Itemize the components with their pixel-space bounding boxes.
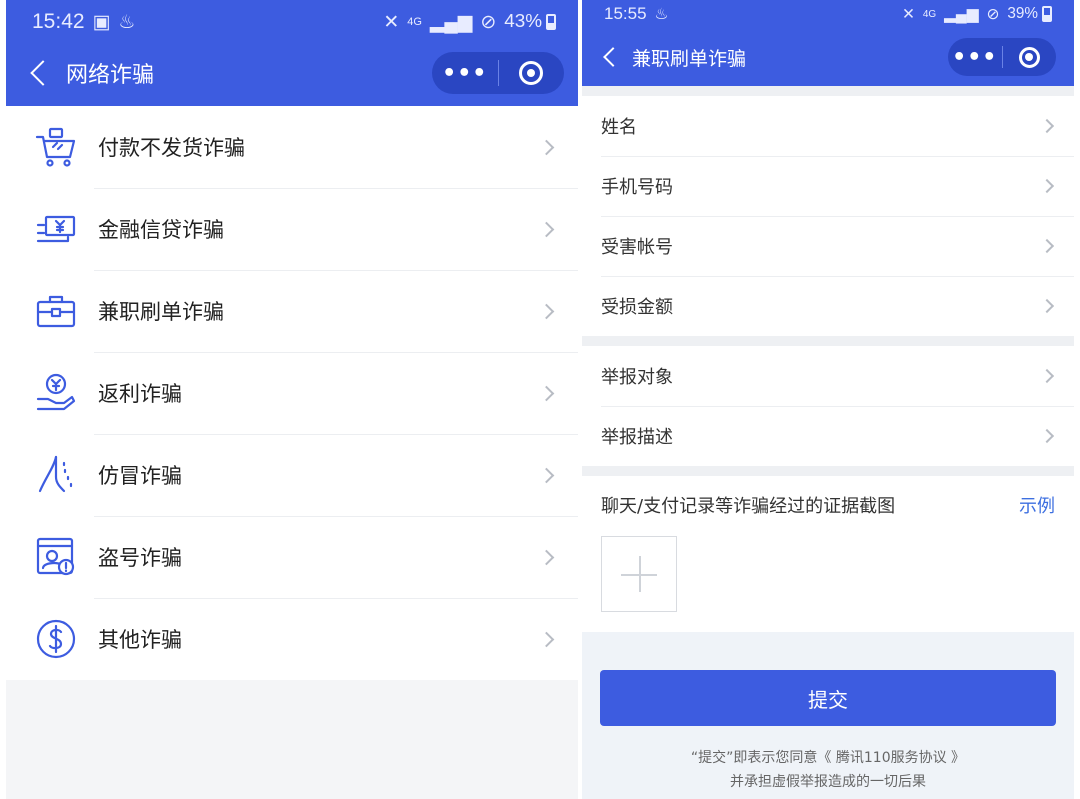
field-loss-amount[interactable]: 受损金额 xyxy=(582,276,1074,336)
chevron-right-icon xyxy=(1039,298,1055,314)
signal-bars-icon: ▂▄▆ xyxy=(429,11,473,33)
account-warning-icon xyxy=(26,535,86,579)
mini-program-capsule: ••• xyxy=(432,52,564,94)
dnd-icon: ⊘ xyxy=(986,5,1000,23)
category-item-rebate[interactable]: 返利诈骗 xyxy=(6,352,578,434)
upload-label: 聊天/支付记录等诈骗经过的证据截图 xyxy=(601,496,896,517)
battery-text: 43% xyxy=(504,11,542,32)
mute-icon: ✕ xyxy=(902,5,915,23)
status-bar: 15:42 ▣ ♨ ✕ 4G ▂▄▆ ⊘ 43% xyxy=(6,8,578,36)
upload-header: 聊天/支付记录等诈骗经过的证据截图 示例 xyxy=(601,492,1055,518)
chevron-right-icon xyxy=(538,385,555,401)
chevron-right-icon xyxy=(1039,428,1055,444)
category-label: 付款不发货诈骗 xyxy=(98,136,245,160)
fraud-category-list: 付款不发货诈骗 金融信贷诈骗 兼职刷单诈骗 返利诈骗 仿冒诈骗 盗号诈骗 其他诈… xyxy=(6,106,578,680)
field-label: 举报描述 xyxy=(601,427,673,448)
victim-info-section: 姓名 手机号码 受害帐号 受损金额 xyxy=(582,96,1074,336)
page-title: 网络诈骗 xyxy=(66,63,155,88)
back-arrow-icon[interactable] xyxy=(603,47,623,67)
notification-icon: ♨ xyxy=(118,11,136,33)
mute-icon: ✕ xyxy=(383,11,400,33)
add-image-button[interactable] xyxy=(601,536,677,612)
header-bar: 15:55 ♨ ✕ 4G ▂▄▆ ⊘ 39% 兼职刷单诈骗 ••• xyxy=(582,0,1074,86)
yuan-card-icon xyxy=(26,207,86,251)
chevron-right-icon xyxy=(538,467,555,483)
field-label: 姓名 xyxy=(601,117,637,138)
field-label: 举报对象 xyxy=(601,367,673,388)
category-label: 仿冒诈骗 xyxy=(98,464,182,488)
status-bar: 15:55 ♨ ✕ 4G ▂▄▆ ⊘ 39% xyxy=(582,2,1074,26)
shopping-cart-icon xyxy=(26,125,86,169)
chevron-right-icon xyxy=(538,139,555,155)
signal-icon: 4G xyxy=(407,16,422,28)
briefcase-icon xyxy=(26,289,86,333)
agreement-notice: “提交”即表示您同意《 腾讯110服务协议 》 并承担虚假举报造成的一切后果 xyxy=(600,746,1056,794)
category-label: 返利诈骗 xyxy=(98,382,182,406)
forked-road-icon xyxy=(26,453,86,497)
category-item-impersonation[interactable]: 仿冒诈骗 xyxy=(6,434,578,516)
chevron-right-icon xyxy=(538,549,555,565)
chevron-right-icon xyxy=(1039,178,1055,194)
yuan-hand-icon xyxy=(26,371,86,415)
field-label: 手机号码 xyxy=(601,177,673,198)
category-item-part-time-brushing[interactable]: 兼职刷单诈骗 xyxy=(6,270,578,352)
category-item-payment-no-delivery[interactable]: 付款不发货诈骗 xyxy=(6,106,578,188)
target-icon xyxy=(519,61,544,85)
notification-icon: ♨ xyxy=(654,5,669,23)
battery-text: 39% xyxy=(1007,5,1038,22)
status-time: 15:42 xyxy=(32,10,85,33)
chevron-right-icon xyxy=(538,221,555,237)
report-target-section: 举报对象 举报描述 xyxy=(582,346,1074,466)
category-label: 金融信贷诈骗 xyxy=(98,218,224,242)
mini-program-capsule: ••• xyxy=(948,38,1056,76)
field-name[interactable]: 姓名 xyxy=(582,96,1074,156)
signal-icon: 4G xyxy=(922,8,937,20)
section-gap xyxy=(582,86,1074,96)
field-label: 受损金额 xyxy=(601,297,673,318)
close-mini-program-button[interactable] xyxy=(499,61,565,85)
field-report-target[interactable]: 举报对象 xyxy=(582,346,1074,406)
report-form-screen: 15:55 ♨ ✕ 4G ▂▄▆ ⊘ 39% 兼职刷单诈骗 ••• 姓名 手机号… xyxy=(582,0,1074,799)
category-label: 兼职刷单诈骗 xyxy=(98,300,224,324)
section-gap xyxy=(582,336,1074,346)
submit-area: 提交 “提交”即表示您同意《 腾讯110服务协议 》 并承担虚假举报造成的一切后… xyxy=(582,632,1074,794)
field-phone-number[interactable]: 手机号码 xyxy=(582,156,1074,216)
category-label: 盗号诈骗 xyxy=(98,546,182,570)
fraud-category-screen: 15:42 ▣ ♨ ✕ 4G ▂▄▆ ⊘ 43% 网络诈骗 ••• 付款不发货诈… xyxy=(6,0,578,799)
submit-button[interactable]: 提交 xyxy=(600,670,1056,726)
image-icon: ▣ xyxy=(92,11,111,33)
header-bar: 15:42 ▣ ♨ ✕ 4G ▂▄▆ ⊘ 43% 网络诈骗 ••• xyxy=(6,0,578,106)
more-options-icon[interactable]: ••• xyxy=(432,61,498,86)
chevron-right-icon xyxy=(538,631,555,647)
evidence-upload-section: 聊天/支付记录等诈骗经过的证据截图 示例 xyxy=(582,476,1074,632)
back-arrow-icon[interactable] xyxy=(30,60,56,86)
battery-icon xyxy=(546,14,556,30)
target-icon xyxy=(1018,46,1040,68)
category-item-other[interactable]: 其他诈骗 xyxy=(6,598,578,680)
category-label: 其他诈骗 xyxy=(98,628,182,652)
chevron-right-icon xyxy=(1039,238,1055,254)
chevron-right-icon xyxy=(1039,118,1055,134)
category-item-account-theft[interactable]: 盗号诈骗 xyxy=(6,516,578,598)
agreement-line-1[interactable]: “提交”即表示您同意《 腾讯110服务协议 》 xyxy=(600,746,1056,770)
dnd-icon: ⊘ xyxy=(480,11,497,33)
status-time: 15:55 xyxy=(604,4,647,23)
agreement-line-2: 并承担虚假举报造成的一切后果 xyxy=(730,774,926,790)
chevron-right-icon xyxy=(538,303,555,319)
signal-bars-icon: ▂▄▆ xyxy=(944,5,979,23)
field-victim-account[interactable]: 受害帐号 xyxy=(582,216,1074,276)
dollar-circle-icon xyxy=(26,617,86,661)
example-link[interactable]: 示例 xyxy=(1019,492,1055,518)
battery-icon xyxy=(1042,6,1052,22)
field-label: 受害帐号 xyxy=(601,237,673,258)
chevron-right-icon xyxy=(1039,368,1055,384)
section-gap xyxy=(582,466,1074,476)
close-mini-program-button[interactable] xyxy=(1003,46,1057,68)
category-item-financial-credit[interactable]: 金融信贷诈骗 xyxy=(6,188,578,270)
more-options-icon[interactable]: ••• xyxy=(948,45,1002,70)
page-title: 兼职刷单诈骗 xyxy=(632,47,747,70)
field-report-description[interactable]: 举报描述 xyxy=(582,406,1074,466)
